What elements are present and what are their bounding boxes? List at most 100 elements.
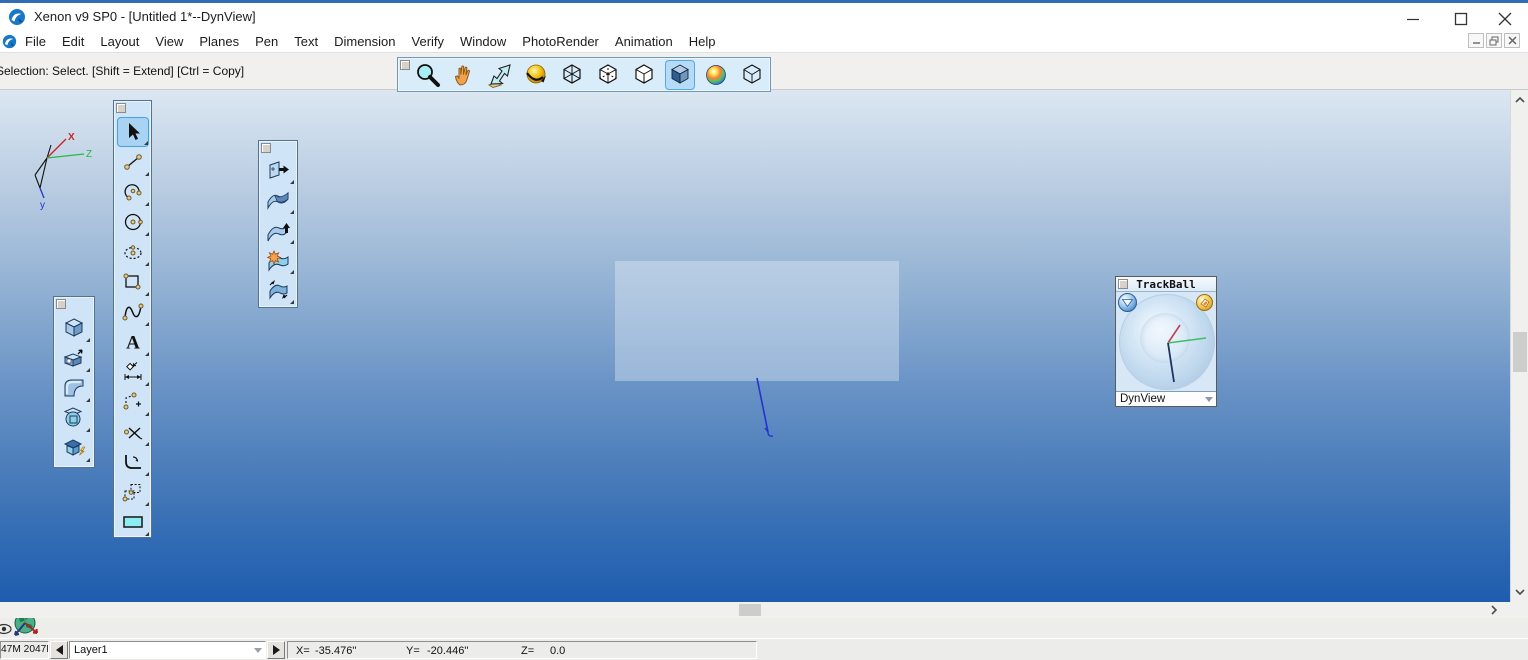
wireframe-display-button[interactable]	[557, 60, 587, 90]
loft-surface-tool[interactable]	[262, 185, 294, 215]
axis-line-entity[interactable]	[745, 375, 785, 445]
trackball-chevron-down-button[interactable]	[1118, 293, 1137, 312]
scroll-up-button[interactable]	[1512, 92, 1528, 108]
shaded-cube-icon	[666, 61, 694, 89]
mdi-minimize-button[interactable]	[1468, 33, 1484, 48]
svg-text:A: A	[126, 333, 140, 354]
trackball-title-bar[interactable]: TrackBall	[1116, 277, 1216, 292]
zoom-tool-button[interactable]	[413, 60, 443, 90]
spline-tool[interactable]	[117, 297, 149, 327]
menu-planes[interactable]: Planes	[191, 32, 247, 51]
fillet-tool[interactable]	[117, 447, 149, 477]
blend-surface-tool[interactable]	[262, 275, 294, 305]
transform-copy-tool[interactable]	[117, 477, 149, 507]
trim-surface-icon	[265, 247, 291, 273]
scroll-down-button[interactable]	[1512, 584, 1528, 600]
palette-grip[interactable]	[261, 143, 271, 153]
menu-file[interactable]: File	[17, 32, 54, 51]
z-coord-label: Z=	[521, 644, 534, 658]
triangle-left-icon	[56, 645, 63, 655]
shell-solid-tool[interactable]	[58, 433, 90, 463]
mdi-close-button[interactable]	[1504, 33, 1520, 48]
menu-dimension[interactable]: Dimension	[326, 32, 403, 51]
rectangle-tool[interactable]	[117, 267, 149, 297]
vertical-scrollbar[interactable]	[1510, 90, 1528, 602]
offset-surface-tool[interactable]	[262, 215, 294, 245]
axis-triad-indicator: X Z y	[22, 128, 97, 213]
mdi-restore-button[interactable]	[1486, 33, 1502, 48]
select-tool[interactable]	[117, 117, 149, 147]
circle-tool[interactable]	[117, 207, 149, 237]
menu-pen[interactable]: Pen	[247, 32, 286, 51]
x-coord-label: X=	[296, 644, 310, 658]
extrude-surface-tool[interactable]	[262, 155, 294, 185]
title-bar: Xenon v9 SP0 - [Untitled 1*--DynView]	[0, 0, 1528, 30]
maximize-icon	[1454, 12, 1468, 26]
block-solid-tool[interactable]	[58, 313, 90, 343]
copy-transform-icon	[121, 480, 145, 504]
palette-grip[interactable]	[56, 299, 66, 309]
menu-window[interactable]: Window	[452, 32, 514, 51]
zoom-dynamic-tool-button[interactable]	[485, 60, 515, 90]
layer-selector[interactable]: Layer1	[69, 641, 266, 659]
hidden-line-dashed-display-button[interactable]	[593, 60, 623, 90]
close-icon	[1498, 12, 1512, 26]
surface-tool-palette	[258, 140, 298, 308]
fillet-solid-tool[interactable]	[58, 373, 90, 403]
trackball-reset-button[interactable]	[1196, 294, 1213, 311]
scroll-right-button[interactable]	[1486, 602, 1502, 618]
triad-z-label: Z	[86, 149, 92, 160]
pan-tool-button[interactable]	[449, 60, 479, 90]
menu-help[interactable]: Help	[681, 32, 724, 51]
loft-surface-icon	[265, 187, 291, 213]
layer-name: Layer1	[74, 644, 108, 656]
menu-verify[interactable]: Verify	[404, 32, 453, 51]
trim-surface-tool[interactable]	[262, 245, 294, 275]
line-tool[interactable]	[117, 147, 149, 177]
trackball-panel: TrackBall	[1115, 276, 1217, 407]
lower-strip	[0, 618, 1528, 638]
trackball-view-select[interactable]: DynView	[1116, 391, 1216, 406]
ellipse-tool[interactable]	[117, 237, 149, 267]
dashed-cube-icon	[594, 61, 622, 89]
horizontal-scrollbar[interactable]	[0, 602, 1528, 618]
menu-animation[interactable]: Animation	[607, 32, 681, 51]
fill-region-tool[interactable]	[117, 507, 149, 537]
horizontal-scroll-thumb[interactable]	[739, 604, 761, 616]
translucent-display-button[interactable]	[737, 60, 767, 90]
close-button[interactable]	[1488, 6, 1522, 32]
chevron-right-icon	[1491, 605, 1497, 615]
vertical-scroll-thumb[interactable]	[1513, 332, 1527, 372]
blend-surface-icon	[265, 277, 291, 303]
dropdown-arrow-icon	[1205, 397, 1213, 402]
toolbar-grip[interactable]	[400, 60, 410, 70]
hidden-line-display-button[interactable]	[629, 60, 659, 90]
text-tool[interactable]: A	[117, 327, 149, 357]
render-display-button[interactable]	[701, 60, 731, 90]
extrude-solid-tool[interactable]	[58, 343, 90, 373]
shaded-display-button[interactable]	[665, 60, 695, 90]
menu-text[interactable]: Text	[286, 32, 326, 51]
fill-rectangle-icon	[121, 510, 145, 534]
mdi-restore-icon	[1489, 36, 1499, 46]
layer-prev-button[interactable]	[50, 641, 68, 659]
menu-layout[interactable]: Layout	[92, 32, 147, 51]
trackball-grip[interactable]	[1118, 279, 1128, 289]
menu-photorender[interactable]: PhotoRender	[514, 32, 607, 51]
curve-edit-tool[interactable]	[117, 387, 149, 417]
palette-grip[interactable]	[116, 103, 126, 113]
trim-icon	[121, 420, 145, 444]
maximize-button[interactable]	[1444, 6, 1478, 32]
rotate-view-tool-button[interactable]	[521, 60, 551, 90]
revolve-solid-tool[interactable]	[58, 403, 90, 433]
workplane-object[interactable]	[615, 261, 899, 381]
viewport-canvas[interactable]: X Z y	[0, 90, 1510, 602]
trim-tool[interactable]	[117, 417, 149, 447]
layer-next-button[interactable]	[267, 641, 285, 659]
menu-view[interactable]: View	[147, 32, 191, 51]
dimension-tool[interactable]	[117, 357, 149, 387]
arc-tool[interactable]	[117, 177, 149, 207]
application-window: Xenon v9 SP0 - [Untitled 1*--DynView] Fi…	[0, 0, 1528, 660]
menu-edit[interactable]: Edit	[54, 32, 92, 51]
minimize-button[interactable]	[1396, 6, 1430, 32]
